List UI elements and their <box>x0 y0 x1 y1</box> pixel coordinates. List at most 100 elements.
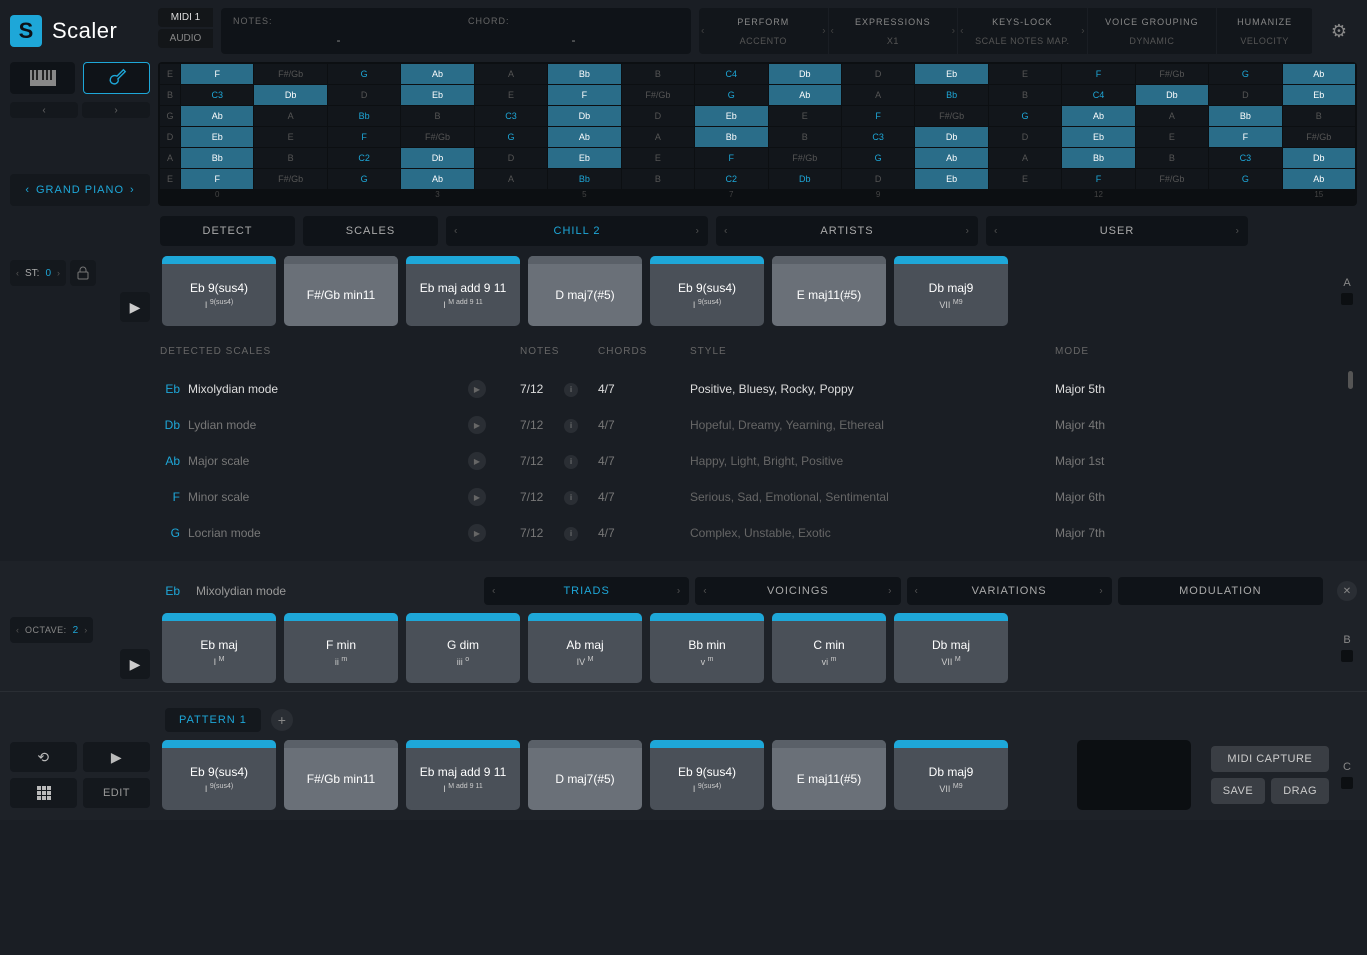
fret-cell[interactable]: Db <box>254 85 326 105</box>
fret-cell[interactable]: C3 <box>842 127 914 147</box>
loop-button[interactable]: ⟲ <box>10 742 77 772</box>
section-c-toggle[interactable] <box>1341 777 1353 789</box>
fret-cell[interactable]: Eb <box>401 85 473 105</box>
keyboard-view-button[interactable] <box>10 62 75 94</box>
fret-cell[interactable]: F#/Gb <box>401 127 473 147</box>
section-a-toggle[interactable] <box>1341 293 1353 305</box>
mode-tab-artists[interactable]: ‹ARTISTS› <box>716 216 978 246</box>
fret-cell[interactable]: F#/Gb <box>254 169 326 189</box>
fret-cell[interactable]: F#/Gb <box>1283 127 1355 147</box>
grid-next[interactable]: › <box>82 102 150 118</box>
chord-card[interactable]: Eb 9(sus4)I 9(sus4) <box>650 256 764 326</box>
chord-card[interactable]: Db maj9VII M9 <box>894 256 1008 326</box>
lock-button[interactable] <box>70 260 96 286</box>
fret-cell[interactable]: G <box>1209 169 1281 189</box>
fret-cell[interactable]: G <box>989 106 1061 126</box>
fret-cell[interactable]: A <box>1136 106 1208 126</box>
fret-cell[interactable]: Db <box>1136 85 1208 105</box>
audio-tab[interactable]: AUDIO <box>158 29 213 48</box>
chord-card[interactable]: C minvi m <box>772 613 886 683</box>
fret-cell[interactable]: D <box>842 64 914 84</box>
fret-cell[interactable]: B <box>769 127 841 147</box>
fret-cell[interactable]: B <box>401 106 473 126</box>
edit-button[interactable]: EDIT <box>83 778 150 808</box>
fret-cell[interactable]: D <box>989 127 1061 147</box>
save-button[interactable]: SAVE <box>1211 778 1266 804</box>
close-section-b[interactable]: ✕ <box>1337 581 1357 601</box>
chord-card[interactable]: Db maj9VII M9 <box>894 740 1008 810</box>
fret-cell[interactable]: D <box>1209 85 1281 105</box>
scale-info-icon[interactable]: i <box>564 455 578 469</box>
fret-cell[interactable]: Ab <box>401 64 473 84</box>
mode-tab-user[interactable]: ‹USER› <box>986 216 1248 246</box>
scale-play-icon[interactable]: ▶ <box>468 488 486 506</box>
fret-cell[interactable]: C4 <box>695 64 767 84</box>
voicegroup-cell[interactable]: VOICE GROUPING DYNAMIC <box>1088 8 1218 54</box>
scale-play-icon[interactable]: ▶ <box>468 380 486 398</box>
fret-cell[interactable]: C4 <box>1062 85 1134 105</box>
fret-cell[interactable]: C3 <box>181 85 253 105</box>
fret-cell[interactable]: C3 <box>475 106 547 126</box>
chord-card[interactable]: Bb minv m <box>650 613 764 683</box>
play-b-button[interactable]: ▶ <box>120 649 150 679</box>
fret-cell[interactable]: Bb <box>548 64 620 84</box>
fret-cell[interactable]: Eb <box>915 169 987 189</box>
settings-icon[interactable]: ⚙ <box>1321 8 1357 54</box>
fret-cell[interactable]: C3 <box>1209 148 1281 168</box>
voicing-tab-voicings[interactable]: ‹VOICINGS› <box>695 577 900 605</box>
drag-button[interactable]: DRAG <box>1271 778 1329 804</box>
empty-chord-slot[interactable] <box>1077 740 1191 810</box>
grid-prev[interactable]: ‹ <box>10 102 78 118</box>
fret-cell[interactable]: B <box>622 64 694 84</box>
fret-cell[interactable]: C2 <box>695 169 767 189</box>
scale-info-icon[interactable]: i <box>564 491 578 505</box>
fret-cell[interactable]: D <box>475 148 547 168</box>
chord-card[interactable]: Ab majIV M <box>528 613 642 683</box>
section-b-toggle[interactable] <box>1341 650 1353 662</box>
fret-cell[interactable]: E <box>1136 127 1208 147</box>
fret-cell[interactable]: Ab <box>1283 64 1355 84</box>
fret-cell[interactable]: F <box>181 169 253 189</box>
scrollbar[interactable] <box>1348 371 1353 389</box>
voicing-tab-modulation[interactable]: MODULATION <box>1118 577 1323 605</box>
fret-cell[interactable]: G <box>328 169 400 189</box>
fret-cell[interactable]: Db <box>1283 148 1355 168</box>
chord-card[interactable]: Eb maj add 9 11I M add 9 11 <box>406 256 520 326</box>
fret-cell[interactable]: Db <box>548 106 620 126</box>
fret-cell[interactable]: Ab <box>1283 169 1355 189</box>
fret-cell[interactable]: Bb <box>915 85 987 105</box>
fret-cell[interactable]: G <box>1209 64 1281 84</box>
fret-cell[interactable]: B <box>622 169 694 189</box>
scale-row[interactable]: GLocrian mode▶7/12i4/7Complex, Unstable,… <box>160 515 1357 551</box>
voicing-tab-triads[interactable]: ‹TRIADS› <box>484 577 689 605</box>
expressions-cell[interactable]: ‹ EXPRESSIONS X1 › <box>829 8 959 54</box>
fret-cell[interactable]: Db <box>401 148 473 168</box>
mode-tab-chill-2[interactable]: ‹CHILL 2› <box>446 216 708 246</box>
fret-cell[interactable]: Eb <box>695 106 767 126</box>
add-pattern-button[interactable]: + <box>271 709 293 731</box>
pattern-tab[interactable]: PATTERN 1 <box>165 708 261 732</box>
fret-cell[interactable]: F <box>548 85 620 105</box>
scale-play-icon[interactable]: ▶ <box>468 416 486 434</box>
fret-cell[interactable]: Ab <box>915 148 987 168</box>
fret-cell[interactable]: E <box>769 106 841 126</box>
fret-cell[interactable]: E <box>989 64 1061 84</box>
fret-cell[interactable]: F <box>695 148 767 168</box>
fret-cell[interactable]: D <box>622 106 694 126</box>
fret-cell[interactable]: B <box>989 85 1061 105</box>
chord-card[interactable]: Eb 9(sus4)I 9(sus4) <box>162 256 276 326</box>
chord-card[interactable]: E maj11(#5) <box>772 740 886 810</box>
fret-cell[interactable]: F#/Gb <box>1136 169 1208 189</box>
fret-cell[interactable]: E <box>622 148 694 168</box>
midi-tab[interactable]: MIDI 1 <box>158 8 213 27</box>
fret-cell[interactable]: F#/Gb <box>254 64 326 84</box>
chord-card[interactable]: Eb 9(sus4)I 9(sus4) <box>650 740 764 810</box>
scale-play-icon[interactable]: ▶ <box>468 452 486 470</box>
fret-cell[interactable]: A <box>475 64 547 84</box>
fret-cell[interactable]: A <box>842 85 914 105</box>
fret-cell[interactable]: Eb <box>181 127 253 147</box>
humanize-cell[interactable]: HUMANIZE VELOCITY <box>1217 8 1313 54</box>
fret-cell[interactable]: G <box>842 148 914 168</box>
scale-info-icon[interactable]: i <box>564 527 578 541</box>
chord-card[interactable]: Db majVII M <box>894 613 1008 683</box>
